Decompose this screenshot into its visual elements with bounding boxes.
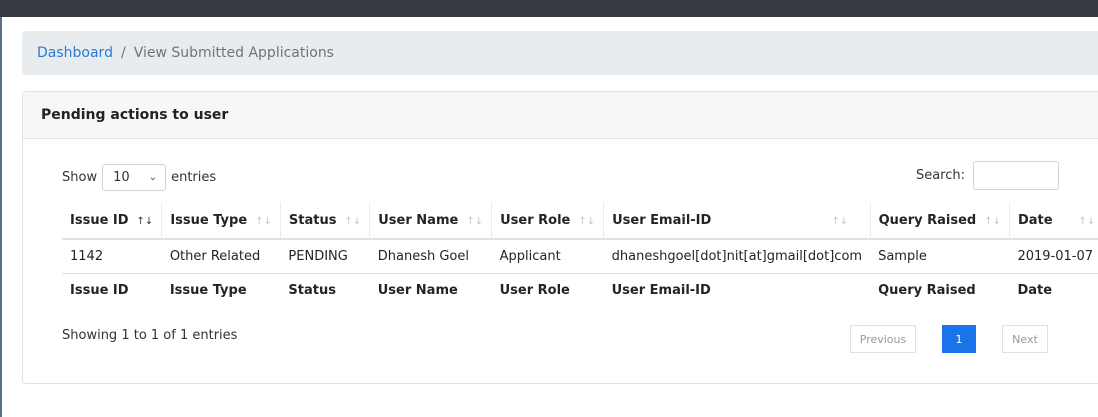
search-input[interactable] — [973, 161, 1059, 190]
sort-icon: ↑↓ — [984, 215, 1001, 227]
page-1-button[interactable]: 1 — [942, 325, 976, 353]
foot-user-role: User Role — [491, 272, 604, 308]
cell-date: 2019-01-07 — [1009, 239, 1098, 274]
page-size-select[interactable]: 10 ⌄ — [102, 164, 167, 191]
entries-label: entries — [171, 170, 217, 185]
col-query-raised[interactable]: Query Raised ↑↓ — [870, 202, 1010, 240]
col-date[interactable]: Date ↑↓ — [1009, 202, 1098, 240]
cell-user-email: dhaneshgoel[dot]nit[at]gmail[dot]com — [603, 239, 871, 274]
top-navbar — [0, 0, 1098, 17]
sort-icon: ↑↓ — [578, 215, 596, 227]
cell-query-raised: Sample — [870, 239, 1010, 274]
table-header-row: Issue ID ↑↓ Issue Type ↑↓ Status ↑↓ User Na… — [62, 202, 1098, 240]
breadcrumb-current: View Submitted Applications — [133, 45, 334, 61]
foot-query-raised: Query Raised — [870, 272, 1010, 308]
cell-user-role: Applicant — [491, 239, 604, 274]
sort-icon: ↑↓ — [255, 215, 272, 227]
sort-icon: ↑↓ — [466, 215, 484, 227]
pending-actions-card: Pending actions to user Show 10 ⌄ entrie… — [22, 91, 1098, 384]
applications-table: Issue ID ↑↓ Issue Type ↑↓ Status ↑↓ User Na… — [62, 202, 1098, 308]
col-issue-id[interactable]: Issue ID ↑↓ — [62, 202, 163, 240]
sort-icon: ↑↓ — [1078, 215, 1096, 227]
table-info: Showing 1 to 1 of 1 entries — [62, 328, 238, 343]
col-status[interactable]: Status ↑↓ — [280, 202, 371, 240]
search-label: Search: — [915, 168, 965, 183]
search-control: Search: — [916, 161, 1059, 190]
foot-user-email: User Email-ID — [603, 272, 871, 308]
breadcrumb-dashboard-link[interactable]: Dashboard — [37, 45, 113, 61]
sort-icon: ↑↓ — [831, 215, 849, 227]
col-issue-type[interactable]: Issue Type ↑↓ — [161, 202, 281, 240]
col-user-email[interactable]: User Email-ID ↑↓ — [603, 202, 871, 240]
col-user-name[interactable]: User Name ↑↓ — [369, 202, 493, 240]
cell-issue-id: 1142 — [62, 239, 162, 274]
previous-button[interactable]: Previous — [850, 325, 916, 353]
foot-status: Status — [280, 272, 370, 308]
foot-date: Date — [1009, 272, 1098, 308]
breadcrumb: Dashboard / View Submitted Applications — [22, 31, 1098, 75]
foot-issue-id: Issue ID — [62, 272, 162, 308]
col-user-role[interactable]: User Role ↑↓ — [491, 202, 605, 240]
sort-asc-icon: ↑↓ — [136, 215, 154, 227]
cell-issue-type: Other Related — [161, 239, 281, 274]
pagination: Previous 1 Next — [850, 325, 1048, 353]
next-button[interactable]: Next — [1002, 325, 1048, 353]
foot-issue-type: Issue Type — [161, 272, 281, 308]
entries-control: Show 10 ⌄ entries — [62, 164, 216, 191]
sidebar-edge — [0, 17, 6, 417]
table-row: 1142 Other Related PENDING Dhanesh Goel … — [62, 239, 1098, 274]
cell-user-name: Dhanesh Goel — [369, 239, 492, 274]
cell-status: PENDING — [280, 239, 370, 274]
page-size-value: 10 — [113, 170, 130, 185]
foot-user-name: User Name — [369, 272, 492, 308]
card-title: Pending actions to user — [23, 92, 1098, 139]
show-label: Show — [62, 170, 98, 185]
table-footer-row: Issue ID Issue Type Status User Name Use… — [62, 272, 1098, 308]
breadcrumb-separator: / — [120, 45, 126, 61]
chevron-down-icon: ⌄ — [148, 172, 158, 183]
sort-icon: ↑↓ — [344, 215, 362, 227]
